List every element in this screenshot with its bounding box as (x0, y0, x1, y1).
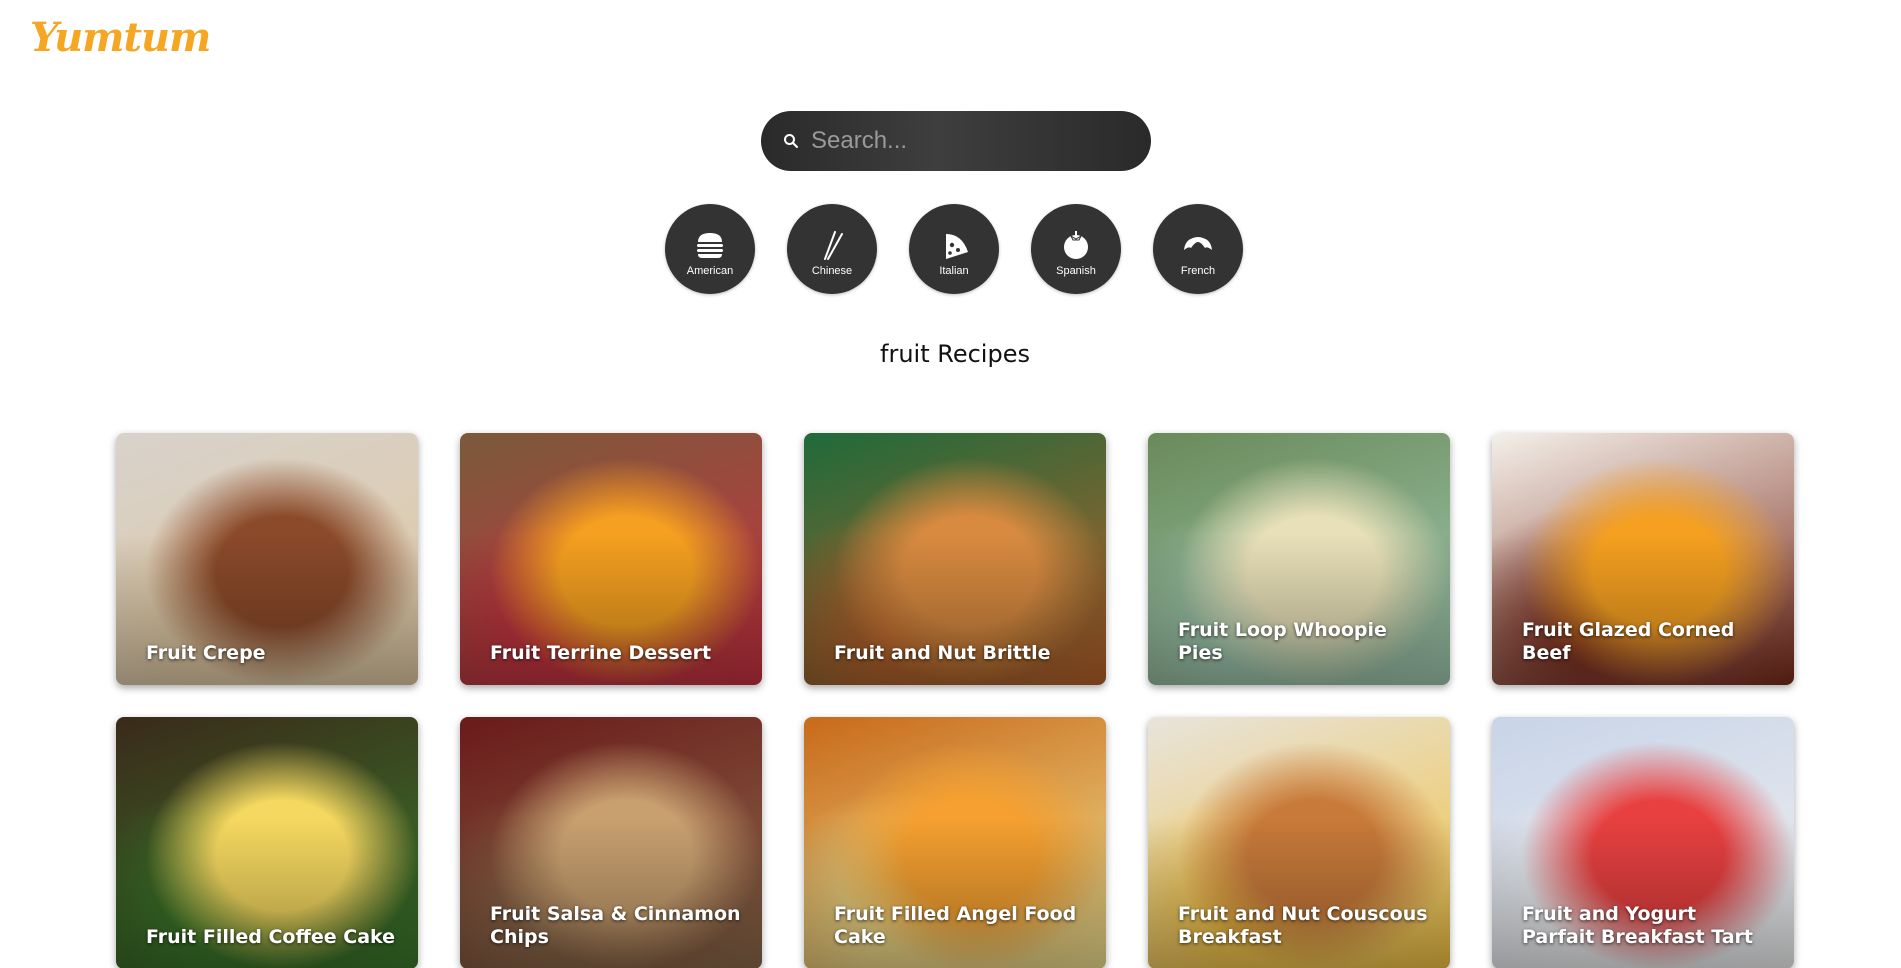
recipe-grid: Fruit Crepe Fruit Terrine Dessert Fruit … (116, 433, 1794, 968)
recipe-title: Fruit and Yogurt Parfait Breakfast Tart (1522, 903, 1753, 948)
cuisine-spanish-button[interactable]: Spanish (1031, 204, 1121, 294)
recipe-card[interactable]: Fruit and Yogurt Parfait Breakfast Tart (1492, 717, 1794, 968)
recipe-card[interactable]: Fruit Loop Whoopie Pies (1148, 433, 1450, 685)
recipe-title: Fruit Filled Angel Food Cake (834, 903, 1077, 948)
pizza-icon (946, 233, 968, 259)
recipe-card[interactable]: Fruit Glazed Corned Beef (1492, 433, 1794, 685)
search-bar[interactable] (761, 111, 1151, 171)
croissant-icon (1184, 236, 1212, 250)
recipe-title: Fruit and Nut Brittle (834, 642, 1051, 664)
recipe-title: Fruit Glazed Corned Beef (1522, 619, 1735, 664)
recipe-title: Fruit Filled Coffee Cake (146, 926, 396, 948)
search-icon (781, 131, 801, 151)
recipe-card[interactable]: Fruit Filled Coffee Cake (116, 717, 418, 968)
recipe-title: Fruit and Nut Couscous Breakfast (1178, 903, 1428, 948)
cuisine-chinese-button[interactable]: Chinese (787, 204, 877, 294)
cuisine-label: American (686, 264, 734, 277)
recipe-title: Fruit Crepe (146, 642, 266, 664)
section-title: fruit Recipes (880, 340, 1030, 368)
tomato-icon (1064, 230, 1088, 259)
recipe-card[interactable]: Fruit and Nut Couscous Breakfast (1148, 717, 1450, 968)
page: Yumtum American Chinese (0, 0, 1901, 968)
chopsticks-icon (824, 230, 843, 260)
cuisine-filters: American Chinese Italian Spanish French (665, 204, 1243, 294)
recipe-title: Fruit Salsa & Cinnamon Chips (490, 903, 741, 948)
recipe-title: Fruit Loop Whoopie Pies (1178, 619, 1387, 664)
recipe-card[interactable]: Fruit Crepe (116, 433, 418, 685)
cuisine-label: Italian (939, 264, 969, 277)
cuisine-american-button[interactable]: American (665, 204, 755, 294)
recipe-card[interactable]: Fruit Salsa & Cinnamon Chips (460, 717, 762, 968)
cuisine-label: Chinese (811, 264, 853, 277)
logo[interactable]: Yumtum (30, 14, 211, 61)
cuisine-label: Spanish (1056, 264, 1096, 277)
cuisine-label: French (1180, 264, 1216, 277)
search-input[interactable] (809, 126, 1133, 156)
cuisine-italian-button[interactable]: Italian (909, 204, 999, 294)
burger-icon (697, 232, 723, 258)
recipe-card[interactable]: Fruit Filled Angel Food Cake (804, 717, 1106, 968)
cuisine-french-button[interactable]: French (1153, 204, 1243, 294)
recipe-title: Fruit Terrine Dessert (490, 642, 712, 664)
recipe-card[interactable]: Fruit and Nut Brittle (804, 433, 1106, 685)
recipe-card[interactable]: Fruit Terrine Dessert (460, 433, 762, 685)
